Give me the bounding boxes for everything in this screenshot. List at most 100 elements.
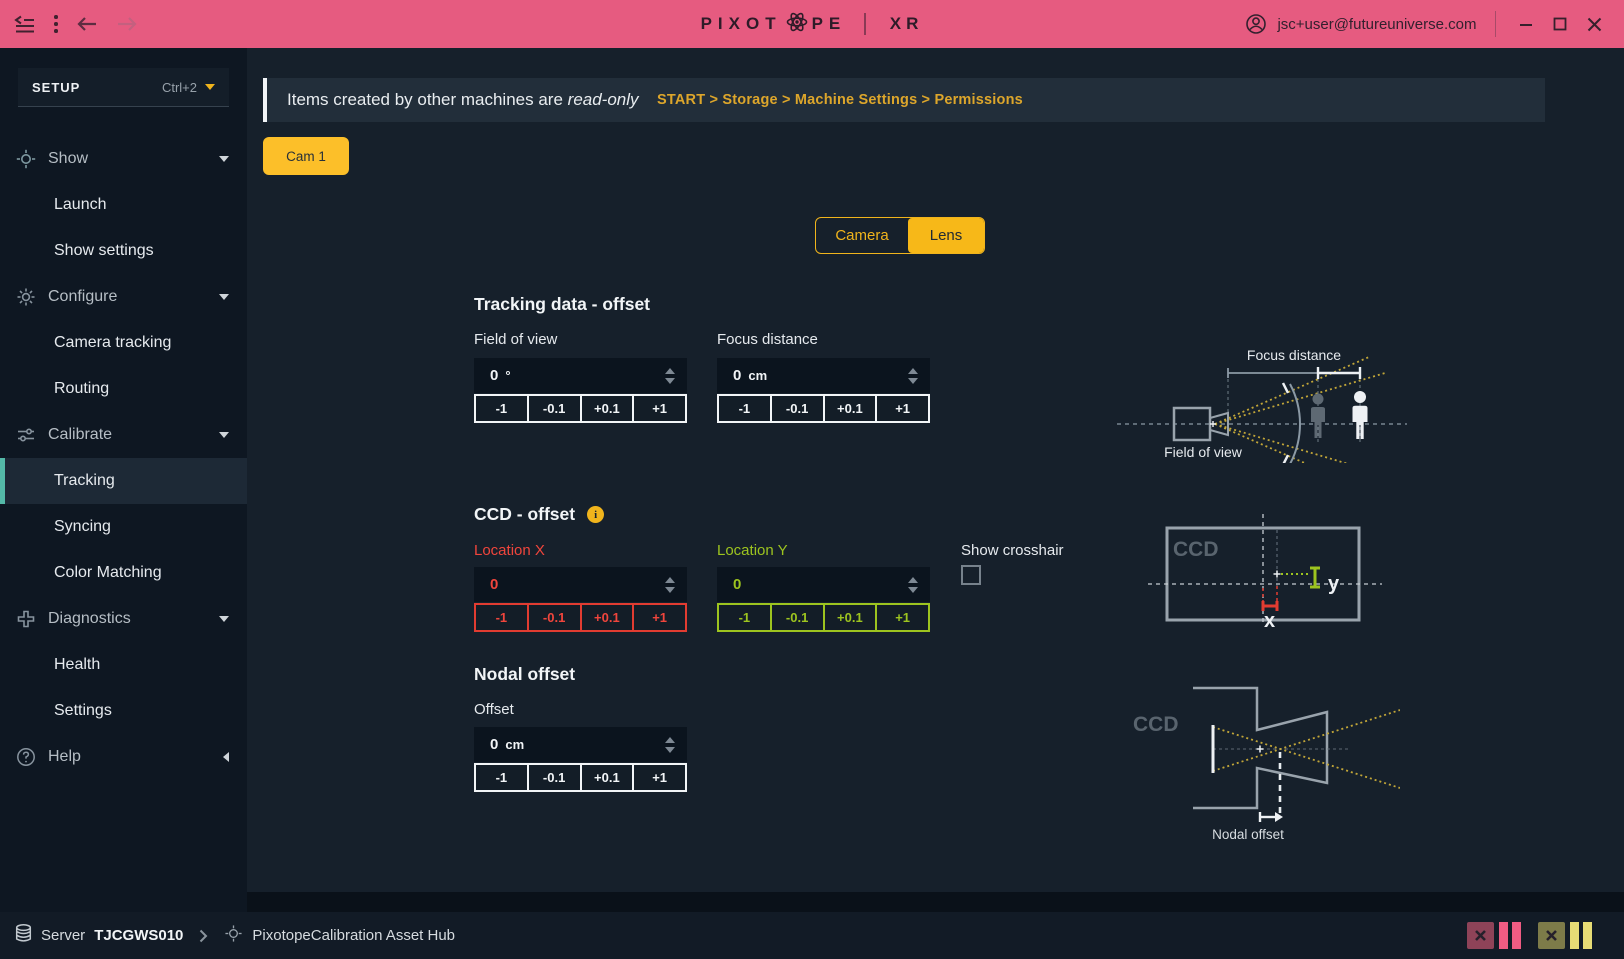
breadcrumb[interactable]: START > Storage > Machine Settings > Per… — [657, 92, 1023, 108]
section-title-ccd-offset: CCD - offset i — [474, 504, 604, 525]
field-of-view-input[interactable]: 0 ° — [474, 358, 687, 393]
section-title-tracking-offset: Tracking data - offset — [474, 294, 650, 315]
location-y-step-buttons: -1 -0.1 +0.1 +1 — [717, 603, 930, 632]
sidebar-item-launch[interactable]: Launch — [0, 182, 247, 228]
sidebar-nav: Show Launch Show settings — [0, 136, 247, 780]
step-minus-01-button[interactable]: -0.1 — [527, 394, 582, 423]
person-white — [1353, 391, 1368, 439]
cam-1-tab[interactable]: Cam 1 — [263, 137, 349, 175]
status-pause-yellow-icon[interactable] — [1570, 922, 1592, 949]
status-group-pink — [1467, 922, 1521, 949]
show-crosshair-checkbox[interactable] — [961, 565, 981, 585]
toggle-camera[interactable]: Camera — [816, 218, 908, 253]
nodal-offset-diagram-label: Nodal offset — [1212, 827, 1284, 842]
focus-distance-input[interactable]: 0 cm — [717, 358, 930, 393]
maximize-button[interactable] — [1548, 12, 1572, 36]
chevron-down-icon — [219, 432, 229, 438]
step-plus-1-button[interactable]: +1 — [632, 603, 687, 632]
close-button[interactable] — [1582, 12, 1606, 36]
show-icon — [16, 149, 36, 169]
banner-message: Items created by other machines are read… — [287, 90, 639, 110]
chevron-left-icon — [223, 752, 229, 762]
minimize-button[interactable] — [1514, 12, 1538, 36]
step-minus-1-button[interactable]: -1 — [474, 603, 529, 632]
logo-text-right: PE — [812, 14, 847, 34]
location-y-input[interactable]: 0 — [717, 567, 930, 602]
sidebar-item-camera-tracking[interactable]: Camera tracking — [0, 320, 247, 366]
ccd-x-label: x — [1264, 610, 1275, 628]
nodal-offset-diagram: CCD Nodal offset — [1120, 648, 1400, 850]
camera-lens-toggle: Camera Lens — [815, 217, 985, 254]
mode-selector[interactable]: SETUP Ctrl+2 — [18, 68, 229, 107]
sidebar-item-configure[interactable]: Configure — [0, 274, 247, 320]
step-plus-01-button[interactable]: +0.1 — [580, 763, 635, 792]
help-icon — [16, 747, 36, 767]
status-stop-yellow-icon[interactable] — [1538, 922, 1565, 949]
step-minus-01-button[interactable]: -0.1 — [527, 763, 582, 792]
sidebar-item-diagnostics[interactable]: Diagnostics — [0, 596, 247, 642]
sidebar-item-tracking[interactable]: Tracking — [0, 458, 247, 504]
step-plus-01-button[interactable]: +0.1 — [823, 603, 878, 632]
sidebar-item-color-matching[interactable]: Color Matching — [0, 550, 247, 596]
location-x-step-buttons: -1 -0.1 +0.1 +1 — [474, 603, 687, 632]
sidebar-item-help[interactable]: Help — [0, 734, 247, 780]
step-plus-01-button[interactable]: +0.1 — [823, 394, 878, 423]
spinner-arrows[interactable] — [908, 577, 918, 593]
step-minus-1-button[interactable]: -1 — [474, 394, 529, 423]
atom-icon — [785, 10, 809, 39]
section-title-nodal-offset: Nodal offset — [474, 664, 575, 685]
sidebar-item-show[interactable]: Show — [0, 136, 247, 182]
sidebar-item-health[interactable]: Health — [0, 642, 247, 688]
chevron-down-icon — [219, 294, 229, 300]
nodal-offset-label: Offset — [474, 701, 514, 718]
banner-emphasis: read-only — [568, 90, 639, 109]
database-icon — [15, 924, 32, 948]
status-group-yellow — [1538, 922, 1592, 949]
step-minus-1-button[interactable]: -1 — [717, 394, 772, 423]
sidebar-item-calibrate[interactable]: Calibrate — [0, 412, 247, 458]
status-pause-pink-icon[interactable] — [1499, 922, 1521, 949]
sidebar-item-routing[interactable]: Routing — [0, 366, 247, 412]
sliders-icon — [16, 425, 36, 445]
back-arrow-icon[interactable] — [76, 15, 98, 33]
status-stop-pink-icon[interactable] — [1467, 922, 1494, 949]
step-plus-1-button[interactable]: +1 — [632, 763, 687, 792]
menu-kebab-icon[interactable] — [54, 15, 58, 33]
ccd-y-label: y — [1328, 573, 1340, 595]
sidebar-item-settings[interactable]: Settings — [0, 688, 247, 734]
nodal-ccd-label: CCD — [1133, 713, 1179, 736]
info-icon[interactable]: i — [587, 506, 604, 523]
sidebar-item-syncing[interactable]: Syncing — [0, 504, 247, 550]
location-x-label: Location X — [474, 542, 545, 559]
step-minus-1-button[interactable]: -1 — [717, 603, 772, 632]
step-plus-1-button[interactable]: +1 — [632, 394, 687, 423]
spinner-arrows[interactable] — [665, 577, 675, 593]
read-only-banner: Items created by other machines are read… — [263, 78, 1545, 122]
forward-arrow-icon[interactable] — [116, 15, 138, 33]
user-email[interactable]: jsc+user@futureuniverse.com — [1277, 16, 1476, 33]
toggle-lens[interactable]: Lens — [908, 218, 984, 253]
sidebar-item-show-settings[interactable]: Show settings — [0, 228, 247, 274]
location-x-input[interactable]: 0 — [474, 567, 687, 602]
asset-hub-name[interactable]: PixotopeCalibration Asset Hub — [252, 927, 455, 944]
step-plus-01-button[interactable]: +0.1 — [580, 603, 635, 632]
user-avatar-icon[interactable] — [1245, 13, 1267, 35]
focus-distance-label: Focus distance — [717, 331, 818, 348]
spinner-arrows[interactable] — [908, 368, 918, 384]
collapse-sidebar-icon[interactable] — [14, 15, 36, 33]
field-of-view-diagram-label: Field of view — [1164, 444, 1243, 460]
step-plus-1-button[interactable]: +1 — [875, 394, 930, 423]
sidebar: SETUP Ctrl+2 Show Launch Show setting — [0, 48, 247, 912]
step-plus-1-button[interactable]: +1 — [875, 603, 930, 632]
nodal-offset-step-buttons: -1 -0.1 +0.1 +1 — [474, 763, 687, 792]
step-minus-01-button[interactable]: -0.1 — [770, 394, 825, 423]
spinner-arrows[interactable] — [665, 368, 675, 384]
step-minus-1-button[interactable]: -1 — [474, 763, 529, 792]
spinner-arrows[interactable] — [665, 737, 675, 753]
step-plus-01-button[interactable]: +0.1 — [580, 394, 635, 423]
chevron-right-icon — [199, 929, 208, 943]
nodal-offset-input[interactable]: 0 cm — [474, 727, 687, 762]
step-minus-01-button[interactable]: -0.1 — [527, 603, 582, 632]
step-minus-01-button[interactable]: -0.1 — [770, 603, 825, 632]
field-of-view-step-buttons: -1 -0.1 +0.1 +1 — [474, 394, 687, 423]
